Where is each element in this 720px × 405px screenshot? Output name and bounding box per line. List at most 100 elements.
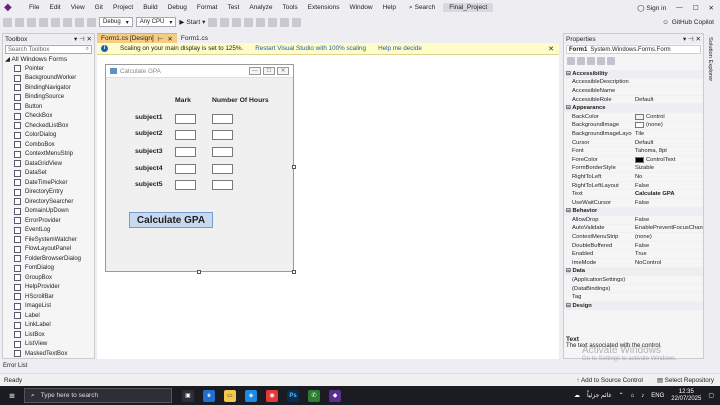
attach-icon[interactable] — [208, 17, 218, 27]
property-value[interactable]: False — [632, 243, 703, 249]
configuration-dropdown[interactable]: Debug ▾ — [99, 17, 133, 27]
save-icon[interactable] — [51, 17, 60, 27]
menu-analyze[interactable]: Analyze — [244, 4, 277, 11]
resize-handle-right[interactable] — [292, 165, 296, 169]
save-all-icon[interactable] — [63, 17, 72, 27]
events-icon[interactable] — [597, 56, 605, 65]
hours3-textbox[interactable] — [212, 147, 233, 157]
calculate-gpa-button[interactable]: Calculate GPA — [129, 212, 213, 228]
tray-arrow-icon[interactable]: ⌃ — [619, 392, 624, 399]
property-row[interactable]: Tag — [564, 293, 703, 303]
subject5-label[interactable]: subject5 — [135, 181, 163, 188]
volume-icon[interactable]: ♪ — [641, 393, 644, 399]
property-value[interactable]: Default — [632, 97, 703, 103]
photoshop-icon[interactable]: Ps — [287, 389, 299, 402]
property-row[interactable]: AccessibleDescription — [564, 79, 703, 88]
toolbox-item[interactable]: DataGridView — [3, 159, 94, 169]
subject1-label[interactable]: subject1 — [135, 114, 163, 121]
spacing-icon[interactable] — [292, 17, 302, 27]
undo-icon[interactable] — [75, 17, 84, 27]
visual-studio-taskbar-icon[interactable]: ◆ — [329, 389, 341, 402]
panel-options-icon[interactable]: ▾ ⊣ ✕ — [74, 35, 92, 43]
tab-form1-design[interactable]: Form1.cs [Design] ⊢ ✕ — [97, 33, 177, 43]
platform-dropdown[interactable]: Any CPU ▾ — [135, 17, 177, 27]
align-center-icon[interactable] — [244, 17, 254, 27]
toolbox-item[interactable]: GroupBox — [3, 273, 94, 283]
property-row[interactable]: Enabled True — [564, 250, 703, 260]
property-row[interactable]: ForeColor ControlText — [564, 156, 703, 165]
toolbox-item[interactable]: Button — [3, 102, 94, 112]
property-value[interactable]: Tahoma, 8pt — [632, 148, 703, 154]
categorized-icon[interactable] — [567, 56, 575, 65]
hours2-textbox[interactable] — [212, 130, 233, 140]
toolbox-item[interactable]: ContextMenuStrip — [3, 150, 94, 160]
mark1-textbox[interactable] — [175, 114, 196, 124]
property-value[interactable]: ControlText — [632, 156, 703, 163]
toolbox-item[interactable]: HelpProvider — [3, 283, 94, 293]
align-left-icon[interactable] — [232, 17, 242, 27]
toolbox-item[interactable]: DirectoryEntry — [3, 188, 94, 198]
property-row[interactable]: UseWaitCursor False — [564, 199, 703, 208]
property-row[interactable]: RightToLeft No — [564, 173, 703, 182]
hot-reload-icon[interactable] — [220, 17, 230, 27]
subject2-label[interactable]: subject2 — [135, 130, 163, 137]
menu-tools[interactable]: Tools — [277, 4, 302, 11]
property-pages-icon[interactable] — [607, 56, 615, 65]
toolbox-item[interactable]: DirectorySearcher — [3, 197, 94, 207]
task-view-icon[interactable]: ▣ — [182, 389, 194, 402]
menu-window[interactable]: Window — [344, 4, 377, 11]
property-row[interactable]: AccessibleRole Default — [564, 96, 703, 105]
designed-form[interactable]: Calculate GPA — ☐ ✕ — [105, 64, 294, 272]
property-value[interactable]: (none) — [632, 122, 703, 129]
close-icon[interactable]: ✕ — [167, 35, 172, 43]
property-category[interactable]: ⊟ Appearance — [564, 104, 703, 113]
toolbox-group-all-windows-forms[interactable]: ◢ All Windows Forms — [3, 55, 94, 64]
hours1-textbox[interactable] — [212, 114, 233, 124]
properties-icon[interactable] — [587, 56, 595, 65]
weather-text[interactable]: غائم جزئياً — [587, 392, 612, 399]
windows-start-icon[interactable]: ⊞ — [0, 392, 24, 400]
hours-column-label[interactable]: Number Of Hours — [212, 97, 269, 104]
menu-file[interactable]: File — [24, 4, 44, 11]
menu-build[interactable]: Build — [138, 4, 162, 11]
network-icon[interactable]: ⌂ — [631, 393, 635, 399]
search-button[interactable]: ⌕ Search — [409, 4, 435, 12]
toolbox-item[interactable]: ColorDialog — [3, 131, 94, 141]
add-to-source-control-button[interactable]: ↑ Add to Source Control — [576, 377, 643, 384]
toolbox-item[interactable]: Pointer — [3, 64, 94, 74]
taskbar-search-input[interactable]: ⌕ Type here to search — [24, 388, 172, 403]
property-row[interactable]: Cursor Default — [564, 139, 703, 148]
property-value[interactable]: False — [632, 200, 703, 206]
error-list-tab[interactable]: Error List — [0, 362, 720, 371]
subject4-label[interactable]: subject4 — [135, 165, 163, 172]
store-icon[interactable]: ◈ — [245, 389, 257, 402]
toolbox-item[interactable]: Label — [3, 311, 94, 321]
property-value[interactable]: Calculate GPA — [632, 191, 703, 197]
menu-edit[interactable]: Edit — [44, 4, 65, 11]
property-row[interactable]: FormBorderStyle Sizable — [564, 165, 703, 174]
hours5-textbox[interactable] — [212, 180, 233, 190]
menu-format[interactable]: Format — [192, 4, 223, 11]
property-value[interactable]: Control — [632, 113, 703, 120]
toolbox-item[interactable]: BackgroundWorker — [3, 74, 94, 84]
close-icon[interactable]: ✕ — [548, 45, 554, 53]
minimize-window-icon[interactable]: — — [676, 4, 683, 11]
property-value[interactable]: True — [632, 251, 703, 257]
property-row[interactable]: Font Tahoma, 8pt — [564, 147, 703, 156]
language-indicator[interactable]: ENG — [651, 393, 664, 399]
object-selector[interactable]: Form1 System.Windows.Forms.Form — [566, 45, 701, 54]
property-value[interactable]: False — [632, 183, 703, 189]
open-file-icon[interactable] — [39, 17, 48, 27]
toolbox-item[interactable]: DomainUpDown — [3, 207, 94, 217]
toolbox-item[interactable]: FolderBrowserDialog — [3, 254, 94, 264]
hours4-textbox[interactable] — [212, 164, 233, 174]
property-row[interactable]: BackgroundImage (none) — [564, 122, 703, 131]
same-size-icon[interactable] — [280, 17, 290, 27]
github-copilot-button[interactable]: ☺ GitHub Copilot — [662, 19, 714, 26]
property-category[interactable]: ⊟ Behavior — [564, 207, 703, 217]
notifications-icon[interactable]: ▢ — [708, 392, 714, 399]
property-row[interactable]: (ApplicationSettings) — [564, 276, 703, 285]
property-row[interactable]: BackColor Control — [564, 113, 703, 122]
solution-explorer-side-tab[interactable]: Solution Explorer — [705, 33, 718, 359]
property-value[interactable]: Sizable — [632, 165, 703, 171]
